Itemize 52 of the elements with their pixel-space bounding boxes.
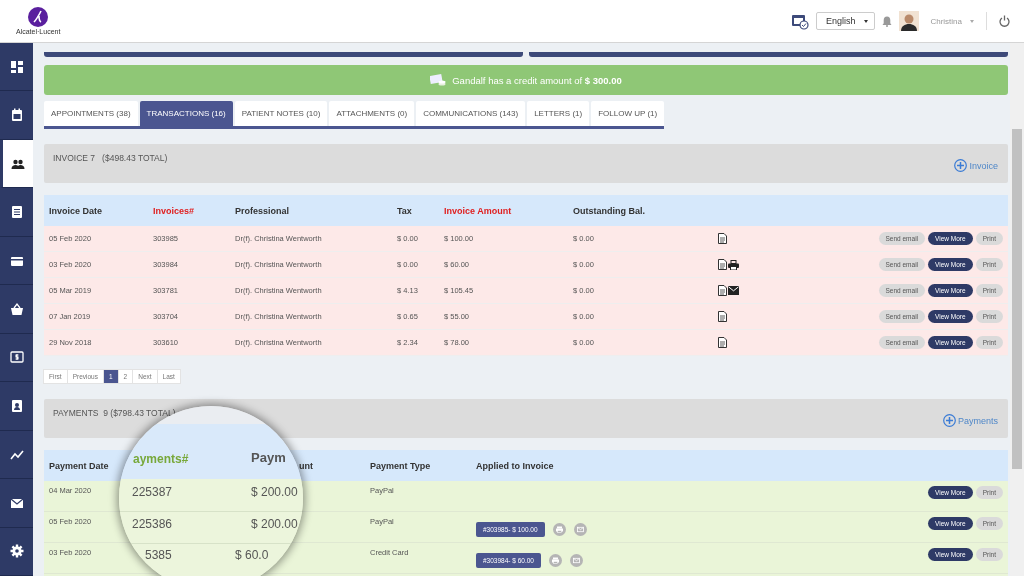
mail-icon[interactable] <box>728 286 739 295</box>
document-icon[interactable] <box>718 233 727 244</box>
list-icon <box>9 205 24 220</box>
column-header: ayments# <box>133 452 189 466</box>
tab[interactable]: TRANSACTIONS (16) <box>139 101 233 126</box>
settings-icon <box>9 544 24 559</box>
logo-icon <box>28 7 49 27</box>
table-cell: 225386 <box>132 517 173 531</box>
plus-circle-icon <box>954 159 968 172</box>
document-icon[interactable] <box>718 285 727 296</box>
column-header: Invoice Date <box>49 205 104 216</box>
document-icon[interactable] <box>718 311 727 322</box>
calendar-check-icon[interactable] <box>790 12 809 30</box>
document-icon[interactable] <box>718 337 727 348</box>
sidebar-item[interactable] <box>0 139 33 189</box>
power-icon[interactable] <box>999 15 1010 27</box>
bell-icon[interactable] <box>882 15 893 27</box>
tab[interactable]: ATTACHMENTS (0) <box>329 101 415 126</box>
user-menu[interactable]: Christina <box>930 16 974 26</box>
contact-icon <box>9 398 24 413</box>
avatar[interactable] <box>899 11 920 31</box>
table-cell: $ 60.0 <box>235 548 269 562</box>
column-header: Invoice Amount <box>444 205 513 216</box>
plus-circle-icon <box>942 414 956 427</box>
table-cell: 225387 <box>132 485 173 499</box>
language-select[interactable]: English <box>815 12 876 30</box>
basket-icon <box>9 302 24 316</box>
table-cell: 5385 <box>145 548 172 562</box>
column-header: Payment Type <box>370 460 432 471</box>
calendar-icon <box>9 108 24 123</box>
banner-text: Gandalf has a credit amount of $ 300.00 <box>452 74 622 86</box>
tab[interactable]: LETTERS (1) <box>527 101 590 126</box>
column-header: Tax <box>397 205 413 216</box>
tab[interactable]: FOLLOW UP (1) <box>591 101 665 126</box>
document-icon[interactable] <box>718 259 727 270</box>
table-cell: $ 200.00 <box>251 517 298 531</box>
tab[interactable]: COMMUNICATIONS (143) <box>416 101 526 126</box>
dollar-icon <box>9 350 24 365</box>
table-cell: $ 200.00 <box>251 485 298 499</box>
tab[interactable]: APPOINTMENTS (38) <box>44 101 138 126</box>
column-header: Paym <box>251 450 286 465</box>
column-header: unt <box>298 460 314 471</box>
money-icon <box>430 73 447 87</box>
dashboard-icon <box>9 59 24 74</box>
column-header: Invoices# <box>153 205 196 216</box>
printer-icon[interactable] <box>728 259 739 270</box>
column-header: Applied to Invoice <box>476 460 555 471</box>
column-header: Outstanding Bal. <box>573 205 646 216</box>
section-title: INVOICE 7 ($498.43 TOTAL) <box>53 153 168 163</box>
column-header: Professional <box>235 205 291 216</box>
scrollbar-thumb[interactable] <box>1012 129 1022 469</box>
tab[interactable]: PATIENT NOTES (10) <box>234 101 328 126</box>
